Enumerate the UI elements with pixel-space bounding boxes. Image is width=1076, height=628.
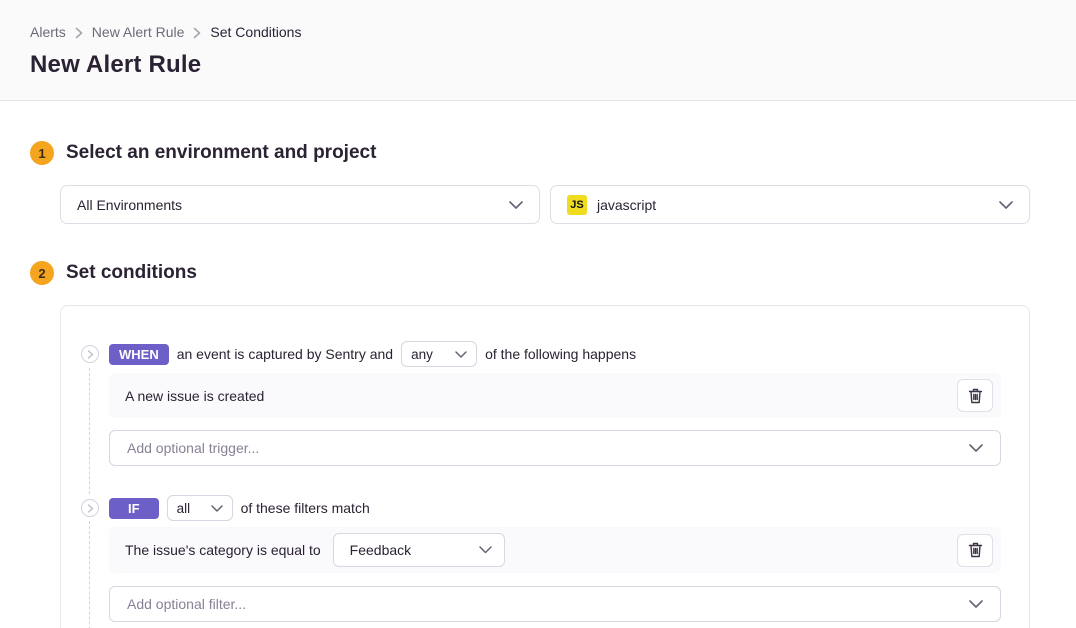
- connector-dashed-line: [89, 368, 90, 494]
- add-filter-placeholder: Add optional filter...: [127, 596, 969, 612]
- breadcrumb-set-conditions: Set Conditions: [210, 24, 301, 40]
- filter-condition-label: The issue's category is equal to: [125, 542, 321, 558]
- when-match-select[interactable]: any: [401, 341, 477, 367]
- if-match-select[interactable]: all: [167, 495, 233, 521]
- trash-icon: [968, 542, 983, 558]
- step1-number-badge: 1: [30, 141, 54, 165]
- when-text-before: an event is captured by Sentry and: [177, 346, 393, 362]
- if-content: IF all of these filters match The issue'…: [109, 496, 1001, 622]
- breadcrumb: Alerts New Alert Rule Set Conditions: [30, 24, 1046, 40]
- step1-heading: 1 Select an environment and project: [30, 141, 1076, 165]
- environment-select[interactable]: All Environments: [60, 185, 540, 224]
- delete-trigger-button[interactable]: [957, 379, 993, 412]
- when-content: WHEN an event is captured by Sentry and …: [109, 342, 1001, 466]
- when-condition-group: WHEN an event is captured by Sentry and …: [81, 342, 1001, 466]
- chevron-down-icon: [509, 201, 523, 209]
- project-select-value: javascript: [597, 197, 999, 213]
- filter-condition-row: The issue's category is equal to Feedbac…: [109, 527, 1001, 573]
- trash-icon: [968, 388, 983, 404]
- if-gutter: [81, 496, 109, 622]
- step2-title: Set conditions: [66, 262, 197, 284]
- environment-select-value: All Environments: [77, 197, 509, 213]
- chevron-down-icon: [479, 546, 492, 554]
- when-text-after: of the following happens: [485, 346, 636, 362]
- breadcrumb-new-alert-rule[interactable]: New Alert Rule: [92, 24, 185, 40]
- step1-title: Select an environment and project: [66, 142, 376, 164]
- conditions-panel: WHEN an event is captured by Sentry and …: [60, 305, 1030, 628]
- if-match-select-value: all: [177, 501, 211, 516]
- if-sentence: IF all of these filters match: [109, 496, 1001, 520]
- project-select[interactable]: JS javascript: [550, 185, 1030, 224]
- chevron-right-icon: [193, 27, 201, 39]
- when-sentence: WHEN an event is captured by Sentry and …: [109, 342, 1001, 366]
- trigger-condition-label: A new issue is created: [125, 388, 264, 404]
- if-filter-group: IF all of these filters match The issue'…: [81, 496, 1001, 622]
- breadcrumb-alerts[interactable]: Alerts: [30, 24, 66, 40]
- when-match-select-value: any: [411, 347, 455, 362]
- when-gutter: [81, 342, 109, 466]
- chevron-down-icon: [969, 444, 983, 452]
- environment-project-row: All Environments JS javascript: [60, 185, 1030, 224]
- chevron-down-icon: [999, 201, 1013, 209]
- if-badge: IF: [109, 498, 159, 519]
- add-filter-select[interactable]: Add optional filter...: [109, 586, 1001, 622]
- chevron-circle-icon: [81, 499, 99, 517]
- chevron-circle-icon: [81, 345, 99, 363]
- page-title: New Alert Rule: [30, 51, 1046, 79]
- chevron-down-icon: [211, 505, 223, 512]
- chevron-down-icon: [969, 600, 983, 608]
- step2-number-badge: 2: [30, 261, 54, 285]
- filter-category-select-value: Feedback: [350, 542, 479, 558]
- page-header: Alerts New Alert Rule Set Conditions New…: [0, 0, 1076, 101]
- javascript-platform-icon: JS: [567, 195, 587, 215]
- delete-filter-button[interactable]: [957, 534, 993, 567]
- filter-category-select[interactable]: Feedback: [333, 533, 505, 567]
- chevron-down-icon: [455, 351, 467, 358]
- connector-dashed-line: [89, 521, 90, 628]
- step2-heading: 2 Set conditions: [30, 261, 1076, 285]
- add-trigger-placeholder: Add optional trigger...: [127, 440, 969, 456]
- trigger-condition-row: A new issue is created: [109, 373, 1001, 418]
- chevron-right-icon: [75, 27, 83, 39]
- if-text-after: of these filters match: [241, 500, 370, 516]
- add-trigger-select[interactable]: Add optional trigger...: [109, 430, 1001, 466]
- main-content: 1 Select an environment and project All …: [0, 141, 1076, 628]
- when-badge: WHEN: [109, 344, 169, 365]
